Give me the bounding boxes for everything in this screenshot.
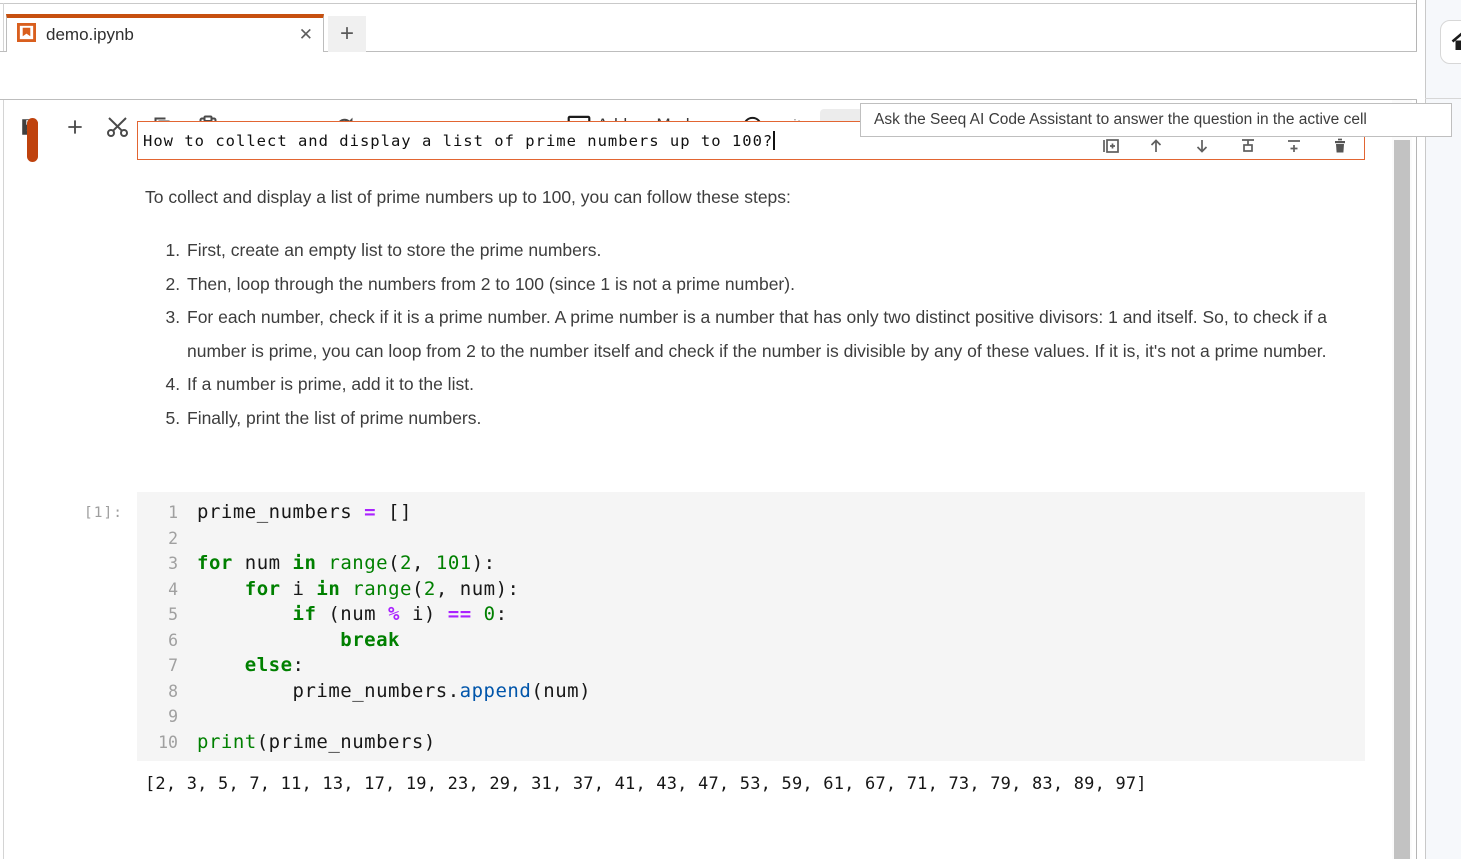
code-text: prime_numbers.append(num) xyxy=(197,679,591,705)
line-number: 6 xyxy=(137,628,178,654)
line-number: 5 xyxy=(137,602,178,628)
line-number: 1 xyxy=(137,500,178,526)
cut-cells-button[interactable] xyxy=(105,115,131,139)
duplicate-cell-icon[interactable] xyxy=(1100,136,1120,156)
execution-count: [1]: xyxy=(84,505,123,521)
cut-icon xyxy=(105,115,131,139)
code-text: print(prime_numbers) xyxy=(197,730,436,756)
code-line[interactable]: 4 for i in range(2, num): xyxy=(137,577,1365,603)
active-cell-text: How to collect and display a list of pri… xyxy=(143,132,773,150)
md-step: First, create an empty list to store the… xyxy=(185,234,1337,268)
line-number: 9 xyxy=(137,704,178,730)
tooltip: Ask the Seeq AI Code Assistant to answer… xyxy=(860,103,1452,137)
add-cell-button[interactable] xyxy=(65,117,85,137)
left-border xyxy=(3,3,4,859)
tab-title: demo.ipynb xyxy=(46,25,299,45)
move-cell-down-icon[interactable] xyxy=(1192,136,1212,156)
home-button[interactable] xyxy=(1440,20,1461,64)
code-text: prime_numbers = [] xyxy=(197,500,412,526)
cell-toolbar xyxy=(1100,136,1350,156)
code-lines: 1 prime_numbers = [] 23 for num in range(2,… xyxy=(137,500,1365,755)
code-line[interactable]: 1 prime_numbers = [] xyxy=(137,500,1365,526)
code-line[interactable]: 5 if (num % i) == 0: xyxy=(137,602,1365,628)
md-steps: First, create an empty list to store the… xyxy=(145,234,1337,435)
add-cell-icon xyxy=(65,117,85,137)
notebook-file-icon xyxy=(17,23,36,47)
md-step: Finally, print the list of prime numbers… xyxy=(185,402,1337,436)
cell-collapser[interactable] xyxy=(27,118,38,162)
text-cursor xyxy=(773,131,775,150)
notebook-toolbar: Raw Add-on Mode git </> xyxy=(0,52,1417,100)
cell-output: [2, 3, 5, 7, 11, 13, 17, 19, 23, 29, 31,… xyxy=(145,774,1147,794)
code-line[interactable]: 8 prime_numbers.append(num) xyxy=(137,679,1365,705)
code-text: break xyxy=(197,628,400,654)
delete-cell-icon[interactable] xyxy=(1330,136,1350,156)
top-border xyxy=(0,3,1417,4)
scrollbar-thumb[interactable] xyxy=(1394,140,1410,859)
code-line[interactable]: 10 print(prime_numbers) xyxy=(137,730,1365,756)
code-text: if (num % i) == 0: xyxy=(197,602,508,628)
code-line[interactable]: 9 xyxy=(137,704,1365,730)
markdown-output: To collect and display a list of prime n… xyxy=(145,180,1337,435)
line-number: 2 xyxy=(137,526,178,552)
code-line[interactable]: 2 xyxy=(137,526,1365,552)
line-number: 4 xyxy=(137,577,178,603)
code-text: else: xyxy=(197,653,304,679)
code-line[interactable]: 3 for num in range(2, 101): xyxy=(137,551,1365,577)
md-step: If a number is prime, add it to the list… xyxy=(185,368,1337,402)
move-cell-up-icon[interactable] xyxy=(1146,136,1166,156)
code-line[interactable]: 6 break xyxy=(137,628,1365,654)
line-number: 7 xyxy=(137,653,178,679)
code-text: for num in range(2, 101): xyxy=(197,551,496,577)
md-step: Then, loop through the numbers from 2 to… xyxy=(185,268,1337,302)
jupyterlab-window: demo.ipynb ✕ + xyxy=(0,0,1461,859)
new-tab-button[interactable]: + xyxy=(328,16,366,52)
markdown-intro: To collect and display a list of prime n… xyxy=(145,180,1337,214)
tab-demo-ipynb[interactable]: demo.ipynb ✕ xyxy=(6,14,324,52)
code-line[interactable]: 7 else: xyxy=(137,653,1365,679)
line-number: 8 xyxy=(137,679,178,705)
home-icon xyxy=(1450,30,1461,54)
code-text: for i in range(2, num): xyxy=(197,577,519,603)
code-cell-editor[interactable]: 1 prime_numbers = [] 23 for num in range(2,… xyxy=(137,492,1365,761)
line-number: 10 xyxy=(137,730,178,756)
right-sidebar-divider xyxy=(1425,98,1461,99)
line-number: 3 xyxy=(137,551,178,577)
md-step: For each number, check if it is a prime … xyxy=(185,301,1337,368)
insert-cell-above-icon[interactable] xyxy=(1238,136,1258,156)
tab-close-icon[interactable]: ✕ xyxy=(299,25,313,45)
insert-cell-below-icon[interactable] xyxy=(1284,136,1304,156)
